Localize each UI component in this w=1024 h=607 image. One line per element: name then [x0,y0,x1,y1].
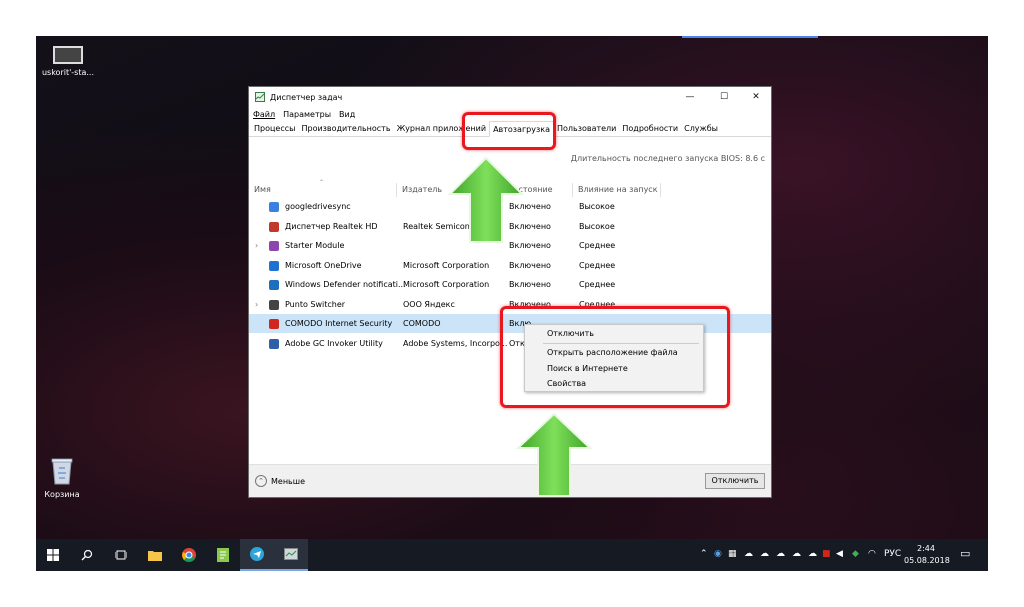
app-icon [269,299,279,310]
tab-performance[interactable]: Производительность [298,121,393,136]
cell-name: Adobe GC Invoker Utility [285,338,383,348]
cell-impact: Среднее [579,241,616,250]
recycle-bin[interactable]: Корзина [40,456,84,499]
tray-network-icon[interactable]: ◉ [714,549,722,559]
app-icon [269,280,279,290]
cell-name: COMODO Internet Security [285,319,393,328]
cell-impact: Среднее [579,260,616,270]
cell-name: Microsoft OneDrive [285,260,362,270]
telegram-icon [250,547,264,561]
cell-impact: Высокое [579,202,615,211]
app-icon [269,319,279,329]
cell-impact: Среднее [579,280,616,289]
app-icon [269,241,279,251]
context-menu-highlight [500,306,730,408]
cell-status: Включено [509,280,551,289]
search-button[interactable] [70,539,104,571]
cell-name: Диспетчер Realtek HD [285,221,378,231]
tray-cloud-icon-4[interactable]: ☁ [792,549,801,559]
task-manager-icon [255,92,265,102]
tray-wifi-icon[interactable]: ◠ [868,549,876,559]
tray-app-icon[interactable]: ◆ [852,549,859,559]
cell-name: googledrivesync [285,202,351,211]
shortcut-icon [53,46,83,64]
title-bar[interactable]: Диспетчер задач — ☐ ✕ [249,87,771,107]
menu-view[interactable]: Вид [339,110,355,119]
chrome-icon [182,548,196,562]
taskbar-explorer[interactable] [138,539,172,571]
clock-date: 05.08.2018 [904,556,950,565]
recycle-bin-label: Корзина [44,490,80,499]
close-button[interactable]: ✕ [743,89,769,105]
chevron-up-icon: ⌃ [255,475,267,487]
app-icon [269,221,279,232]
notepad-icon [217,548,229,562]
taskbar-notepad[interactable] [206,539,240,571]
cell-publisher: COMODO [403,319,441,328]
tray-sound-icon[interactable]: ◀ [836,549,843,559]
clock-time: 2:44 [917,544,935,553]
tray-comodo-icon[interactable]: ■ [822,549,831,559]
app-icon [269,202,279,212]
tray-language[interactable]: РУС [884,549,901,559]
bios-time: Длительность последнего запуска BIOS: 8.… [570,154,765,163]
tab-processes[interactable]: Процессы [251,121,298,136]
window-title: Диспетчер задач [270,92,343,102]
taskbar-chrome[interactable] [172,539,206,571]
app-icon [269,338,279,349]
table-row[interactable]: Windows Defender notificati... Microsoft … [249,275,771,294]
app-icon [269,260,279,271]
task-manager-icon [284,548,298,560]
cell-publisher: Microsoft Corporation [403,280,490,289]
notification-icon[interactable]: ▭ [960,547,970,560]
green-arrow-up-icon [448,156,524,243]
windows-logo-icon [47,549,59,561]
shortcut-label: uskorit'-sta... [41,68,95,77]
menu-options[interactable]: Параметры [283,110,331,119]
tray-cloud-icon[interactable]: ☁ [744,549,753,559]
col-impact[interactable]: Влияние на запуск [573,183,661,197]
table-row[interactable]: Microsoft OneDrive Microsoft Corporation В… [249,256,771,275]
green-arrow-up-icon-2 [516,412,592,497]
task-view-icon [115,550,127,560]
taskbar-telegram[interactable] [240,539,274,571]
less-details-toggle[interactable]: ⌃ Меньше [255,475,305,487]
footer-bar: ⌃ Меньше Отключить [249,464,771,497]
task-view-button[interactable] [104,539,138,571]
tray-flag-icon[interactable]: ▦ [728,549,737,559]
cell-status: Включено [509,260,551,270]
less-label: Меньше [271,476,306,486]
start-button[interactable] [36,539,70,571]
startup-tab-highlight [462,112,556,150]
maximize-button[interactable]: ☐ [711,89,737,105]
expand-chevron-icon[interactable]: › [255,236,258,255]
tab-details[interactable]: Подробности [619,121,681,136]
tray-cloud-icon-5[interactable]: ☁ [808,549,817,559]
sort-chevron-icon: ⌃ [319,179,325,186]
disable-button[interactable]: Отключить [705,473,765,489]
folder-icon [148,551,162,561]
tray-clock[interactable]: 2:44 05.08.2018 [904,543,950,567]
cell-name: Starter Module [285,241,345,250]
tray-chevron-icon[interactable]: ⌃ [700,549,708,559]
expand-chevron-icon[interactable]: › [255,295,258,314]
taskbar: ⌃ ◉ ▦ ☁ ☁ ☁ ☁ ☁ ■ ◀ ◆ ◠ РУС 2:44 05.08.2… [36,539,988,571]
tray-cloud-icon-2[interactable]: ☁ [760,549,769,559]
minimize-button[interactable]: — [677,89,703,105]
tray-cloud-icon-3[interactable]: ☁ [776,549,785,559]
search-icon [81,549,93,561]
cell-impact: Высокое [579,221,615,231]
cell-publisher: Adobe Systems, Incorpo... [403,338,508,348]
recycle-bin-icon [51,458,73,485]
desktop-shortcut[interactable]: uskorit'-sta... [40,46,96,77]
cell-name: Windows Defender notificati... [285,280,406,289]
tab-users[interactable]: Пользователи [554,121,619,136]
cell-publisher: ООО Яндекс [403,299,455,309]
top-blue-bar [682,36,818,38]
cell-name: Punto Switcher [285,299,346,309]
menu-file[interactable]: Файл [253,110,275,119]
cell-publisher: Microsoft Corporation [403,260,490,270]
tab-services[interactable]: Службы [681,121,721,136]
taskbar-task-manager[interactable] [274,539,308,571]
